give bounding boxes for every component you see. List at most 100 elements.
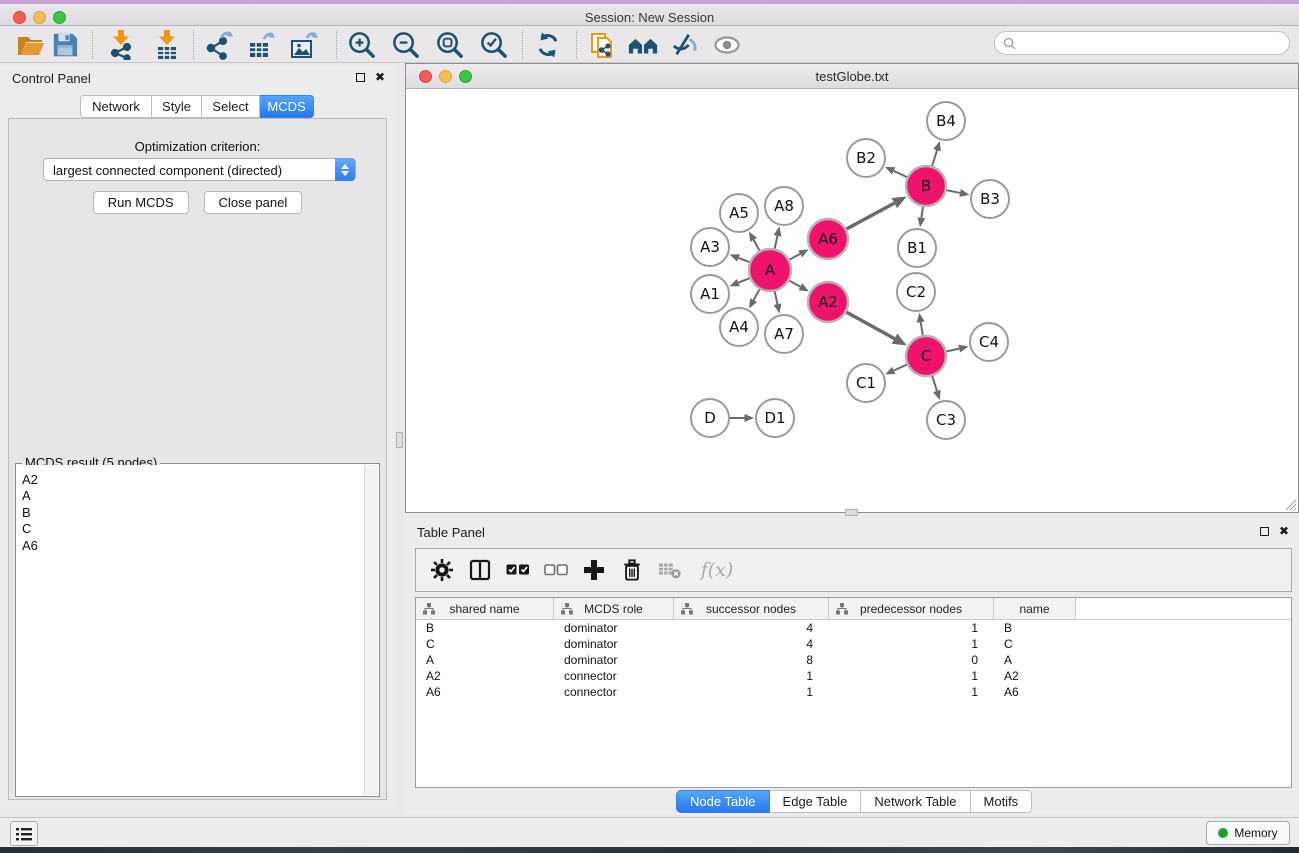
- column-header-successor-nodes[interactable]: successor nodes: [674, 598, 829, 619]
- tab-network[interactable]: Network: [80, 95, 152, 118]
- list-item[interactable]: C: [22, 521, 363, 537]
- graph-edge-C-C1[interactable]: [894, 364, 908, 370]
- graph-edge-A-A8[interactable]: [774, 236, 777, 250]
- close-panel-button[interactable]: Close panel: [204, 191, 303, 214]
- control-panel: Control Panel ✖ Network Style Select MCD…: [0, 65, 395, 810]
- vertical-splitter-handle[interactable]: [396, 432, 403, 448]
- tab-node-table[interactable]: Node Table: [676, 790, 770, 813]
- show-column-button[interactable]: [468, 556, 492, 584]
- graph-edge-A-A6[interactable]: [789, 254, 801, 260]
- graph-edge-A-A3[interactable]: [738, 258, 750, 263]
- open-session-button[interactable]: [13, 28, 49, 61]
- dropdown-stepper-icon: [335, 158, 355, 181]
- function-builder-button[interactable]: f(x): [696, 556, 738, 584]
- table-row[interactable]: A6 connector 1 1 A6: [416, 684, 1291, 700]
- float-panel-icon[interactable]: [356, 73, 365, 82]
- create-column-button[interactable]: [582, 556, 606, 584]
- graph-node-label-B4: B4: [936, 112, 956, 130]
- graph-edge-B-B4[interactable]: [932, 150, 937, 167]
- run-mcds-button[interactable]: Run MCDS: [93, 191, 189, 214]
- search-input[interactable]: [1021, 34, 1281, 52]
- memory-button[interactable]: Memory: [1206, 821, 1290, 845]
- tab-style[interactable]: Style: [152, 95, 202, 118]
- graph-edge-C-C3[interactable]: [932, 375, 937, 391]
- list-item[interactable]: B: [22, 505, 363, 521]
- tab-motifs[interactable]: Motifs: [971, 790, 1033, 813]
- duplicate-documents-icon: [588, 30, 618, 60]
- close-panel-icon[interactable]: ✖: [1279, 526, 1289, 537]
- zoom-in-button[interactable]: [343, 28, 379, 61]
- graph-edge-A6-B[interactable]: [846, 203, 895, 229]
- float-panel-icon[interactable]: [1260, 527, 1269, 536]
- graph-edge-A-A7[interactable]: [774, 291, 777, 305]
- list-item[interactable]: A6: [22, 538, 363, 554]
- hide-graphics-details-button[interactable]: [667, 28, 703, 61]
- save-session-button[interactable]: [47, 28, 83, 61]
- graph-node-label-C: C: [921, 347, 931, 365]
- delete-columns-button[interactable]: [620, 556, 644, 584]
- delete-table-button[interactable]: [658, 556, 682, 584]
- show-graphics-details-button[interactable]: [709, 28, 745, 61]
- network-canvas[interactable]: B4B2BB3A8A5A6B1A3AC2A1A2A4A7C4CC1C3DD1: [406, 89, 1298, 512]
- control-panel-header: Control Panel ✖: [0, 65, 395, 93]
- tab-edge-table[interactable]: Edge Table: [770, 790, 862, 813]
- table-row[interactable]: A2 connector 1 1 A2: [416, 668, 1291, 684]
- import-table-button[interactable]: [149, 28, 185, 61]
- graph-edge-arrowhead: [917, 217, 925, 227]
- export-table-button[interactable]: [243, 28, 279, 61]
- horizontal-splitter-handle[interactable]: [845, 509, 858, 516]
- export-network-button[interactable]: [201, 28, 237, 61]
- table-row[interactable]: C dominator 4 1 C: [416, 636, 1291, 652]
- duplicate-network-button[interactable]: [585, 28, 621, 61]
- apply-layout-button[interactable]: [530, 28, 566, 61]
- graph-node-label-C1: C1: [856, 374, 876, 392]
- graph-edge-arrowhead: [729, 279, 739, 286]
- column-header-predecessor-nodes[interactable]: predecessor nodes: [829, 598, 994, 619]
- status-bar: Memory: [0, 817, 1299, 847]
- table-row[interactable]: B dominator 4 1 B: [416, 620, 1291, 636]
- result-scrollbar[interactable]: [364, 465, 378, 795]
- column-header-shared-name[interactable]: shared name: [416, 598, 554, 619]
- zoom-selected-button[interactable]: [475, 28, 511, 61]
- list-item[interactable]: A2: [22, 472, 363, 488]
- graph-node-label-A5: A5: [729, 204, 749, 222]
- resize-grip-icon[interactable]: [1283, 497, 1297, 511]
- zoom-fit-button[interactable]: [431, 28, 467, 61]
- graph-edge-C-C2[interactable]: [921, 322, 923, 336]
- column-header-name[interactable]: name: [994, 598, 1076, 619]
- import-network-button[interactable]: [103, 28, 139, 61]
- close-panel-icon[interactable]: ✖: [375, 72, 385, 83]
- graph-node-label-B3: B3: [980, 190, 1000, 208]
- unselect-all-columns-button[interactable]: [544, 556, 568, 584]
- main-toolbar: [0, 26, 1299, 63]
- control-panel-title: Control Panel: [12, 71, 91, 86]
- graph-edge-A-A1[interactable]: [738, 278, 750, 283]
- tab-select[interactable]: Select: [202, 95, 260, 118]
- network-window-titlebar[interactable]: testGlobe.txt: [406, 64, 1298, 89]
- control-panel-tabs: Network Style Select MCDS: [80, 95, 314, 118]
- table-row[interactable]: A dominator 8 0 A: [416, 652, 1291, 668]
- export-network-icon: [204, 30, 234, 60]
- optimization-criterion-dropdown[interactable]: largest connected component (directed): [43, 158, 356, 181]
- tab-network-table[interactable]: Network Table: [861, 790, 970, 813]
- graph-edge-A-A4[interactable]: [754, 288, 760, 300]
- graph-edge-B-B1[interactable]: [921, 206, 923, 218]
- graph-edge-C-C4[interactable]: [946, 349, 960, 352]
- table-settings-button[interactable]: [430, 556, 454, 584]
- zoom-out-button[interactable]: [387, 28, 423, 61]
- show-task-history-button[interactable]: [10, 821, 38, 846]
- attribute-tree-icon: [681, 603, 693, 615]
- network-graph[interactable]: B4B2BB3A8A5A6B1A3AC2A1A2A4A7C4CC1C3DD1: [406, 89, 1298, 512]
- list-item[interactable]: A: [22, 488, 363, 504]
- graph-edge-A-A5[interactable]: [754, 240, 760, 252]
- graph-edge-A-A2[interactable]: [788, 280, 800, 287]
- graph-edge-B-B3[interactable]: [946, 190, 961, 193]
- graph-edge-A2-C[interactable]: [846, 312, 895, 339]
- graph-node-label-B1: B1: [907, 239, 927, 257]
- show-all-panels-button[interactable]: [625, 28, 661, 61]
- export-image-button[interactable]: [285, 28, 321, 61]
- tab-mcds[interactable]: MCDS: [260, 95, 314, 118]
- select-all-columns-button[interactable]: [506, 556, 530, 584]
- graph-edge-B-B2[interactable]: [894, 171, 908, 178]
- column-header-mcds-role[interactable]: MCDS role: [554, 598, 674, 619]
